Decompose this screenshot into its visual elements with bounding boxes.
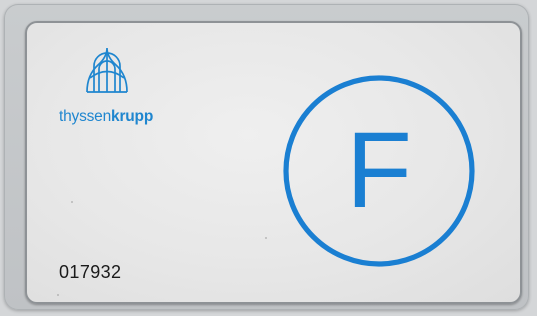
card-number: 017932 [59, 262, 122, 282]
brand-wordmark: thyssenkrupp [59, 109, 153, 125]
emblem-letter: F [346, 109, 412, 230]
id-card: thyssenkrupp 017932 F [25, 21, 522, 304]
circled-letter-emblem-icon: F [283, 75, 475, 267]
thyssenkrupp-logo-icon [86, 47, 128, 93]
surface-speck [71, 201, 73, 203]
brand-wordmark-regular: thyssen [59, 108, 112, 125]
surface-speck [265, 237, 267, 239]
brand-wordmark-bold: krupp [111, 108, 154, 125]
surface-speck [57, 294, 59, 296]
photo-frame: thyssenkrupp 017932 F [4, 4, 529, 310]
